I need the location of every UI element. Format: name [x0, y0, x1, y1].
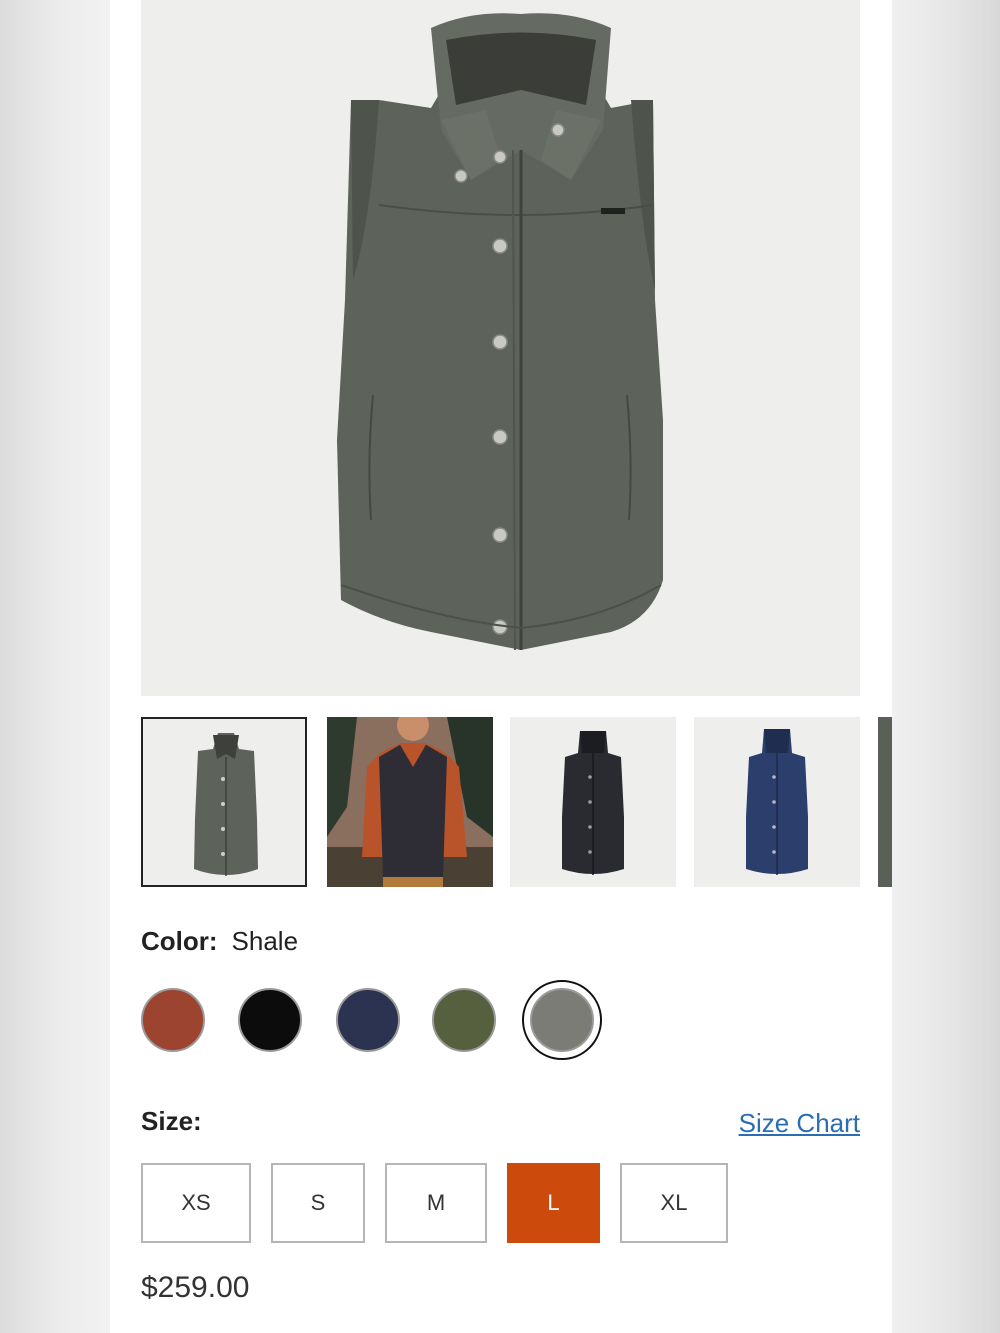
color-swatch-rust[interactable] [141, 988, 205, 1052]
thumbnail-partial[interactable] [878, 717, 892, 887]
vest-thumbnail-icon [562, 731, 624, 875]
thumbnail-lifestyle-model[interactable] [327, 717, 493, 887]
color-label-row: Color: Shale [141, 926, 298, 957]
color-swatch-olive[interactable] [432, 988, 496, 1052]
selected-color-name: Shale [231, 926, 299, 956]
product-main-image[interactable] [141, 0, 860, 696]
thumbnail-navy-front[interactable] [694, 717, 860, 887]
size-option-m[interactable]: M [385, 1163, 487, 1243]
vest-thumbnail-icon [194, 733, 258, 876]
vest-illustration [337, 13, 663, 651]
product-price: $259.00 [141, 1271, 250, 1304]
thumbnail-shale-front[interactable] [141, 717, 307, 887]
thumbnail-strip [141, 717, 892, 887]
thumbnail-black-front[interactable] [510, 717, 676, 887]
size-option-l[interactable]: L [507, 1163, 600, 1243]
product-page: Color: Shale Size: Size Chart XS S M L XL… [110, 0, 892, 1333]
vest-thumbnail-icon [746, 729, 808, 875]
color-swatch-black[interactable] [238, 988, 302, 1052]
size-option-xs[interactable]: XS [141, 1163, 251, 1243]
size-label: Size: [141, 1106, 202, 1136]
color-swatch-shale[interactable] [530, 988, 594, 1052]
size-option-s[interactable]: S [271, 1163, 365, 1243]
model-photo-thumbnail [327, 717, 493, 887]
color-swatch-navy[interactable] [336, 988, 400, 1052]
color-label: Color: [141, 926, 218, 956]
size-option-xl[interactable]: XL [620, 1163, 728, 1243]
size-chart-link[interactable]: Size Chart [739, 1108, 860, 1139]
